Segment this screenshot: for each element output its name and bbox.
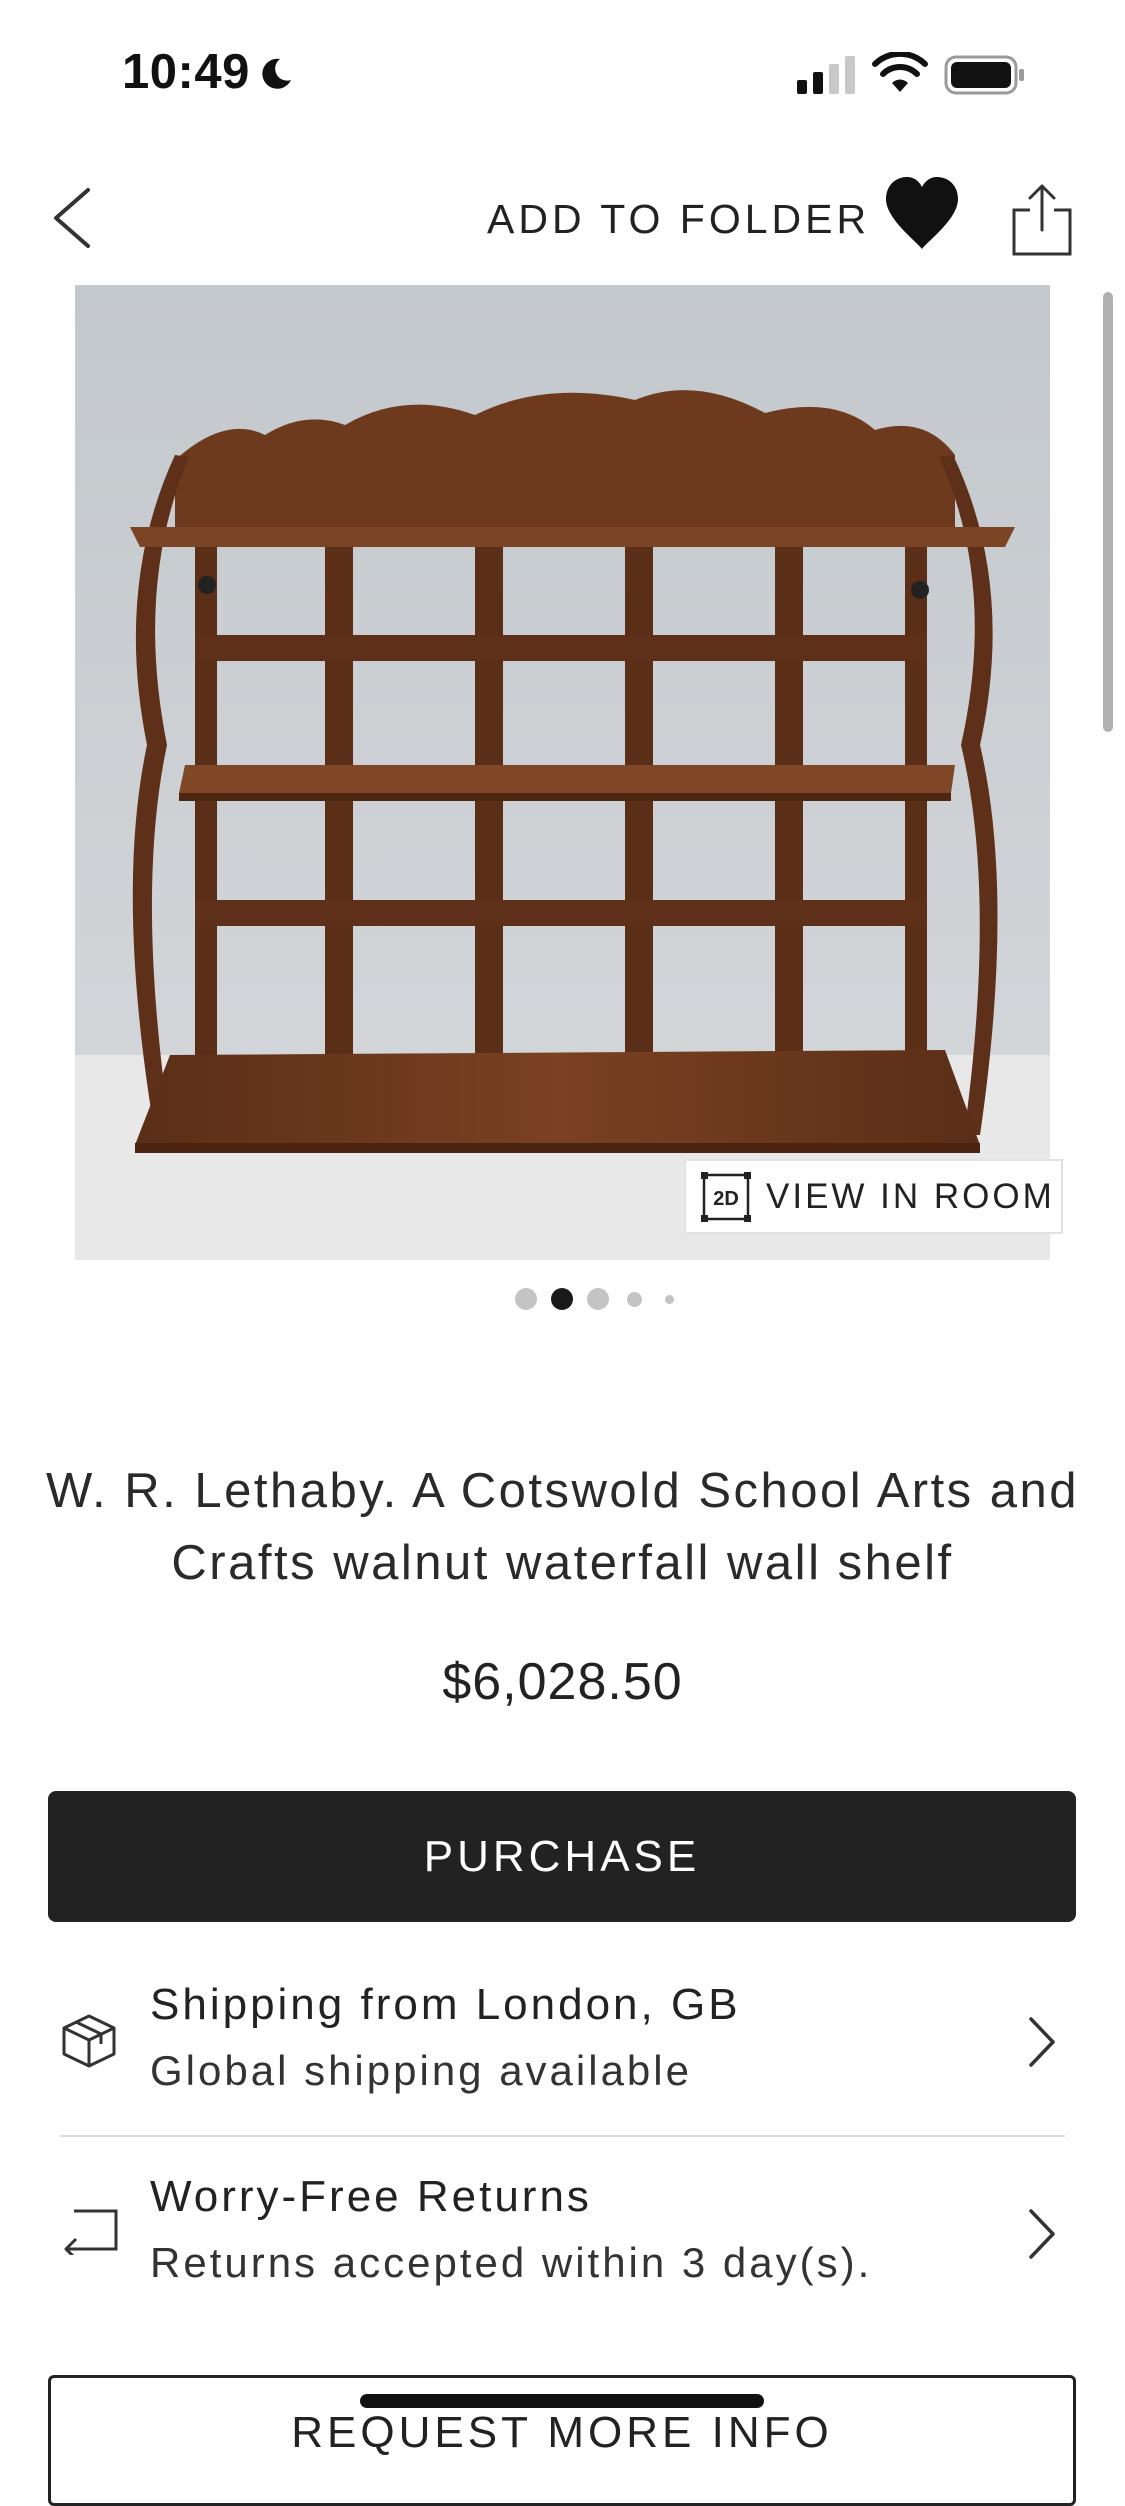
view-in-room-badge: 2D	[713, 1188, 739, 1210]
cellular-signal-icon	[797, 56, 855, 94]
view-in-room-button[interactable]: 2D VIEW IN ROOM	[684, 1159, 1063, 1234]
product-title: W. R. Lethaby. A Cotswold School Arts an…	[45, 1464, 1080, 1590]
row-divider	[60, 2135, 1065, 2137]
product-price: $6,028.50	[442, 1653, 683, 1711]
home-indicator[interactable]	[360, 2394, 764, 2408]
carousel-dot[interactable]	[515, 1288, 537, 1310]
return-arrow-icon	[64, 2209, 118, 2255]
moon-icon	[262, 58, 291, 89]
chevron-right-icon[interactable]	[1025, 2015, 1059, 2069]
carousel-dot-active[interactable]	[551, 1288, 573, 1310]
request-more-info-label: REQUEST MORE INFO	[291, 2408, 833, 2457]
view-in-room-label: VIEW IN ROOM	[766, 1176, 1055, 1216]
purchase-button[interactable]: PURCHASE	[48, 1791, 1076, 1922]
chevron-right-icon[interactable]	[1025, 2207, 1059, 2261]
carousel-dot[interactable]	[627, 1292, 642, 1307]
returns-subtitle: Returns accepted within 3 day(s).	[150, 2239, 873, 2286]
shipping-title: Shipping from London, GB	[150, 1980, 741, 2029]
share-icon[interactable]	[1010, 182, 1074, 258]
product-image[interactable]	[75, 285, 1050, 1260]
view-in-room-2d-icon: 2D	[701, 1171, 751, 1222]
returns-title: Worry-Free Returns	[150, 2172, 592, 2221]
battery-icon	[944, 55, 1024, 95]
shipping-subtitle: Global shipping available	[150, 2047, 692, 2094]
status-time: 10:49	[122, 45, 250, 99]
package-icon	[62, 2014, 116, 2068]
chevron-left-icon[interactable]	[44, 178, 100, 258]
carousel-dot[interactable]	[665, 1295, 674, 1304]
heart-filled-icon[interactable]	[882, 175, 962, 255]
shelf-photo	[75, 285, 1050, 1260]
wifi-icon	[872, 52, 928, 92]
carousel-dot[interactable]	[587, 1288, 609, 1310]
add-to-folder-button[interactable]: ADD TO FOLDER	[487, 196, 870, 243]
scrollbar[interactable]	[1103, 292, 1113, 732]
